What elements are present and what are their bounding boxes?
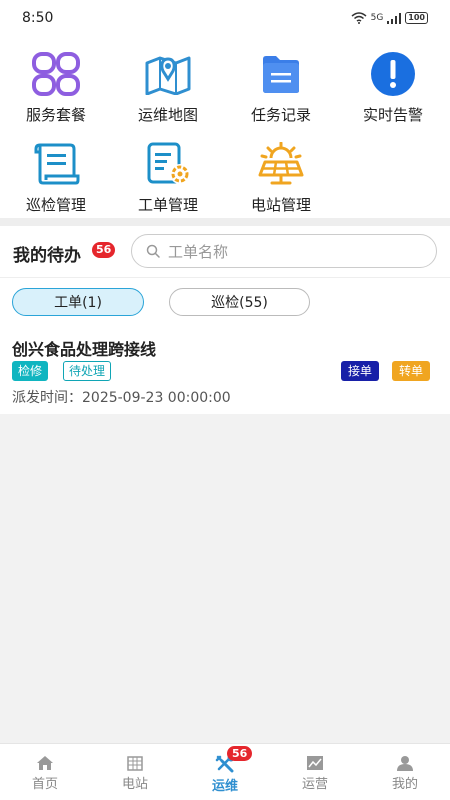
grid-label: 电站管理 [250, 196, 311, 214]
grid-item-station-management[interactable]: 电站管理 [225, 138, 337, 215]
wifi-icon [351, 12, 367, 24]
todo-header: 我的待办 56 工单名称 [0, 226, 450, 278]
grid-item-work-orders[interactable]: 工单管理 [112, 138, 224, 215]
grid-item-task-records[interactable]: 任务记录 [225, 48, 337, 125]
nav-item-profile[interactable]: 我的 [360, 744, 450, 800]
nav-item-operations[interactable]: 运营 [270, 744, 360, 800]
nav-label: 我的 [391, 777, 418, 792]
grid-item-realtime-alerts[interactable]: 实时告警 [337, 48, 449, 125]
nav-item-home[interactable]: 首页 [0, 744, 90, 800]
todo-title: 我的待办 [13, 246, 81, 266]
bottom-nav: 首页 电站 运维 56 运营 我的 [0, 743, 450, 800]
todo-section: 我的待办 56 工单名称 工单(1) 巡检(55) 创兴食品处理跨接线 检修 待… [0, 226, 450, 414]
grid-item-inspection[interactable]: 巡检管理 [0, 138, 112, 215]
status-time: 8:50 [22, 10, 54, 26]
user-icon [397, 756, 413, 771]
nav-label: 运营 [301, 777, 328, 792]
nav-ops-badge: 56 [227, 746, 253, 761]
tab-inspections[interactable]: 巡检(55) [169, 288, 310, 316]
work-order-title[interactable]: 创兴食品处理跨接线 [12, 336, 156, 360]
work-order-icon [142, 138, 194, 190]
grid-label: 实时告警 [362, 106, 423, 124]
transfer-order-button[interactable]: 转单 [392, 361, 431, 381]
package-icon [30, 48, 82, 100]
folder-icon [255, 48, 307, 100]
grid-item-ops-map[interactable]: 运维地图 [112, 48, 224, 125]
dispatch-value: 2025-09-23 00:00:00 [82, 390, 231, 406]
grid-label: 运维地图 [137, 106, 198, 124]
grid-label: 工单管理 [137, 196, 198, 214]
function-grid: 服务套餐 运维地图 任务记录 实时告警 巡检管理 工单管理 电站管理 [0, 36, 450, 218]
search-placeholder: 工单名称 [168, 242, 229, 261]
grid-label: 任务记录 [250, 106, 311, 124]
inspection-icon [30, 138, 82, 190]
search-icon [146, 244, 160, 258]
nav-label: 首页 [31, 777, 58, 792]
tag-pending: 待处理 [63, 361, 112, 381]
section-divider [0, 218, 450, 226]
todo-count-badge: 56 [92, 242, 116, 258]
map-icon [142, 48, 194, 100]
alert-icon [367, 48, 419, 100]
battery-icon: 100 [405, 12, 428, 24]
dispatch-time: 派发时间：2025-09-23 00:00:00 [12, 387, 231, 407]
chart-icon [307, 756, 323, 770]
dispatch-label: 派发时间： [12, 390, 82, 406]
search-input[interactable]: 工单名称 [131, 234, 437, 268]
tag-repair: 检修 [12, 361, 49, 381]
grid-label: 服务套餐 [25, 106, 86, 124]
tab-work-orders[interactable]: 工单(1) [12, 288, 144, 316]
nav-item-ops[interactable]: 运维 56 [180, 744, 270, 800]
network-type: 5G [370, 13, 384, 23]
status-bar: 8:50 5G 100 [0, 0, 450, 36]
grid-item-service-package[interactable]: 服务套餐 [0, 48, 112, 125]
station-icon [127, 756, 143, 771]
home-icon [37, 756, 53, 770]
nav-label: 运维 [211, 779, 238, 794]
solar-station-icon [255, 138, 307, 190]
nav-item-station[interactable]: 电站 [90, 744, 180, 800]
nav-label: 电站 [121, 777, 148, 792]
signal-icon [387, 12, 402, 24]
grid-label: 巡检管理 [25, 196, 86, 214]
accept-order-button[interactable]: 接单 [341, 361, 380, 381]
status-icons: 5G 100 [351, 12, 428, 24]
